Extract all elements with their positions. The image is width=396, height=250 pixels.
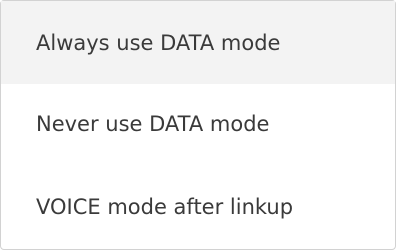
data-mode-menu: Always use DATA mode Never use DATA mode… [0,0,396,250]
menu-item-voice-mode-after-linkup[interactable]: VOICE mode after linkup [1,164,395,249]
menu-item-never-use-data-mode[interactable]: Never use DATA mode [1,84,395,164]
menu-item-always-use-data-mode[interactable]: Always use DATA mode [1,1,395,84]
